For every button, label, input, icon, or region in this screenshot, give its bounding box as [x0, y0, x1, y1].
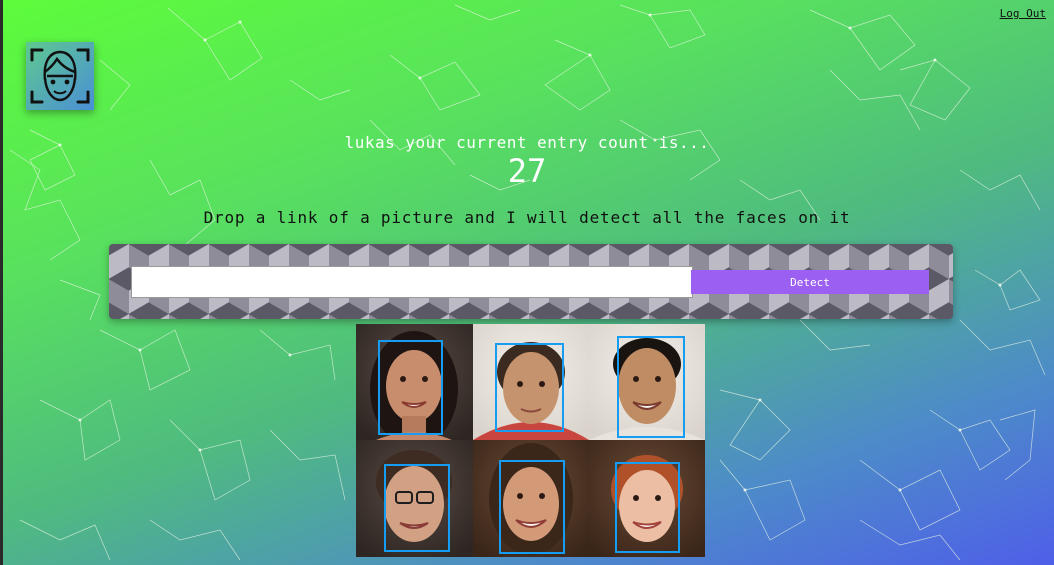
- detect-button[interactable]: Detect: [691, 270, 929, 294]
- face-tile-6: [589, 440, 705, 557]
- entry-count-value: 27: [507, 152, 547, 190]
- face-scan-icon: [30, 48, 90, 104]
- entry-count-message: lukas your current entry count is...: [344, 133, 710, 152]
- image-link-form: Detect: [109, 244, 953, 319]
- detected-image: [356, 324, 705, 557]
- image-url-input[interactable]: [131, 266, 693, 298]
- app-logo: [26, 42, 94, 110]
- face-tile-5: [473, 440, 589, 557]
- face-tile-3: [589, 324, 705, 440]
- faces-collage: [356, 324, 705, 557]
- face-tile-1: [356, 324, 473, 447]
- logout-link[interactable]: Log Out: [1000, 7, 1046, 20]
- face-tile-4: [356, 440, 473, 557]
- instruction-text: Drop a link of a picture and I will dete…: [203, 208, 851, 227]
- face-tile-2: [473, 324, 589, 440]
